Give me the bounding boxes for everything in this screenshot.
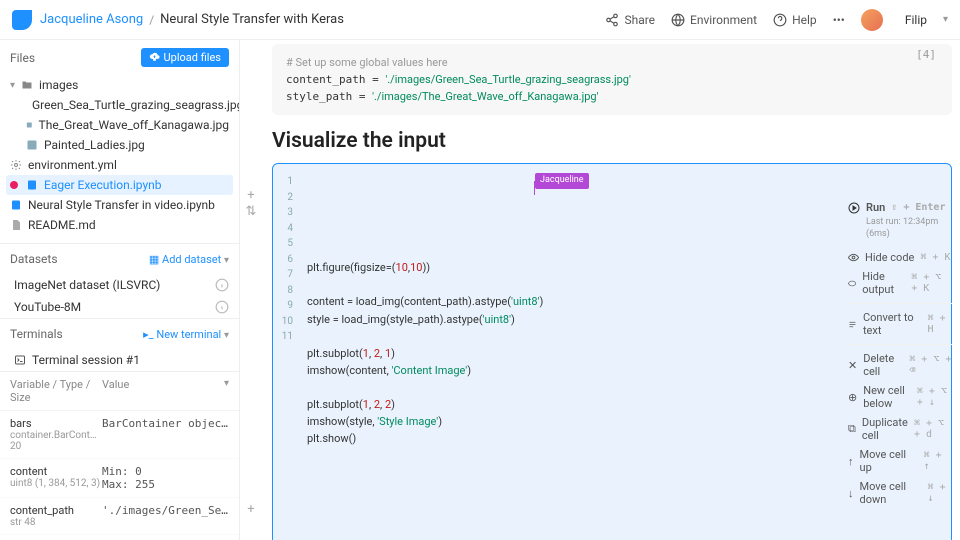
file-item[interactable]: Painted_Ladies.jpg — [6, 135, 233, 155]
move-down-button[interactable]: ↓Move cell down ⌘ + ↓ — [848, 477, 952, 509]
folder-images[interactable]: ▾images — [6, 75, 233, 95]
move-handle-icon[interactable]: ⇅ — [244, 204, 258, 218]
cell-output: Content Image 050100150200250300350 0100… — [287, 498, 937, 540]
new-cell-below-button[interactable]: ⊕New cell below ⌘ + ⌥ + ↓ — [848, 381, 952, 413]
last-run-label: Last run: 12:34pm (6ms) — [866, 217, 952, 240]
terminal-item[interactable]: Terminal session #1 — [0, 349, 239, 371]
plus-circle-icon: ⊕ — [848, 391, 857, 404]
chevron-down-icon[interactable]: ▾ — [943, 14, 948, 25]
file-icon — [10, 219, 22, 231]
add-cell-button[interactable]: + — [244, 502, 258, 516]
presence-dot-icon — [10, 181, 18, 189]
cell-action-menu: Run ⇧ + Enter Last run: 12:34pm (6ms) Hi… — [848, 198, 952, 509]
file-item-active[interactable]: Eager Execution.ipynb — [6, 175, 233, 195]
gear-icon — [10, 159, 22, 171]
move-up-button[interactable]: ↑Move cell up ⌘ + ↑ — [848, 445, 952, 477]
close-icon: ✕ — [848, 359, 857, 372]
var-row[interactable]: contentuint8 (1, 384, 512, 3)Min: 0 Max:… — [0, 459, 239, 498]
share-icon — [605, 13, 619, 27]
info-icon[interactable] — [215, 278, 229, 292]
datasets-header: Datasets▦ Add dataset ▾ — [0, 244, 239, 274]
globe-icon — [671, 13, 685, 27]
upload-button[interactable]: Upload files — [141, 48, 229, 67]
logo-icon — [12, 10, 32, 30]
notebook-icon — [10, 199, 22, 211]
notebook-icon — [26, 179, 38, 191]
vars-header: Variable / Type / SizeValue▾ — [0, 372, 239, 411]
remote-cursor-icon — [534, 181, 535, 195]
image-icon — [26, 119, 33, 131]
dataset-item[interactable]: ImageNet dataset (ILSVRC) — [0, 274, 239, 296]
page-title: Neural Style Transfer with Keras — [160, 12, 344, 27]
new-terminal-button[interactable]: ▸_ New terminal ▾ — [143, 328, 229, 341]
environment-button[interactable]: Environment — [671, 13, 757, 27]
more-button[interactable]: ••• — [833, 13, 845, 27]
notebook-area: + ⇅ + [4] # Set up some global values he… — [240, 40, 960, 540]
var-row[interactable]: styleuint8 (1, 353, 512, 3)Min: 0 Max: 2… — [0, 535, 239, 540]
help-icon — [773, 13, 787, 27]
folder-icon — [21, 79, 33, 91]
convert-text-button[interactable]: Convert to text ⌘ + H — [848, 308, 952, 340]
username: Filip — [905, 13, 927, 27]
terminals-header: Terminals▸_ New terminal ▾ — [0, 319, 239, 349]
code-cell[interactable]: [4] # Set up some global values here con… — [272, 44, 952, 115]
eye-off-icon — [848, 252, 859, 263]
file-item[interactable]: Neural Style Transfer in video.ipynb — [6, 195, 233, 215]
play-icon — [848, 202, 860, 214]
dataset-item[interactable]: YouTube-8M — [0, 296, 239, 318]
breadcrumb-owner[interactable]: Jacqueline Asong — [40, 12, 143, 27]
sidebar: Files Upload files ▾images Green_Sea_Tur… — [0, 40, 240, 540]
image-icon — [26, 139, 38, 151]
hide-code-button[interactable]: Hide code ⌘ + K — [848, 248, 952, 267]
file-item[interactable]: Green_Sea_Turtle_grazing_seagrass.jpg — [6, 95, 233, 115]
arrow-down-icon: ↓ — [848, 487, 854, 500]
files-header: Files Upload files — [0, 40, 239, 75]
run-button[interactable]: Run ⇧ + Enter — [848, 198, 952, 217]
duplicate-cell-button[interactable]: ⧉Duplicate cell ⌘ + ⌥ + d — [848, 413, 952, 445]
var-row[interactable]: barscontainer.BarCont… 20BarContainer ob… — [0, 411, 239, 459]
share-button[interactable]: Share — [605, 13, 655, 27]
info-icon[interactable] — [215, 300, 229, 314]
cloud-upload-icon — [149, 52, 160, 63]
hide-output-button[interactable]: Hide output ⌘ + ⌥ + K — [848, 267, 952, 299]
add-dataset-button[interactable]: ▦ Add dataset ▾ — [149, 253, 229, 266]
cell-exec-count: [4] — [916, 48, 936, 61]
file-item[interactable]: README.md — [6, 215, 233, 235]
terminal-icon — [14, 354, 26, 366]
text-icon — [848, 319, 857, 330]
delete-cell-button[interactable]: ✕Delete cell ⌘ + ⌥ + ⌫ — [848, 349, 952, 381]
presence-tag: Jacqueline — [535, 173, 589, 189]
var-row[interactable]: content_pathstr 48'./images/Green_Sea_Tu… — [0, 498, 239, 535]
file-item[interactable]: environment.yml — [6, 155, 233, 175]
file-item[interactable]: The_Great_Wave_off_Kanagawa.jpg — [6, 115, 233, 135]
arrow-up-icon: ↑ — [848, 455, 854, 468]
eye-off-icon — [848, 278, 856, 289]
copy-icon: ⧉ — [848, 422, 856, 436]
help-button[interactable]: Help — [773, 13, 817, 27]
top-header: Jacqueline Asong / Neural Style Transfer… — [0, 0, 960, 40]
section-heading: Visualize the input — [272, 129, 952, 153]
avatar[interactable] — [861, 9, 883, 31]
add-cell-button[interactable]: + — [244, 188, 258, 202]
breadcrumb-sep: / — [149, 13, 154, 27]
